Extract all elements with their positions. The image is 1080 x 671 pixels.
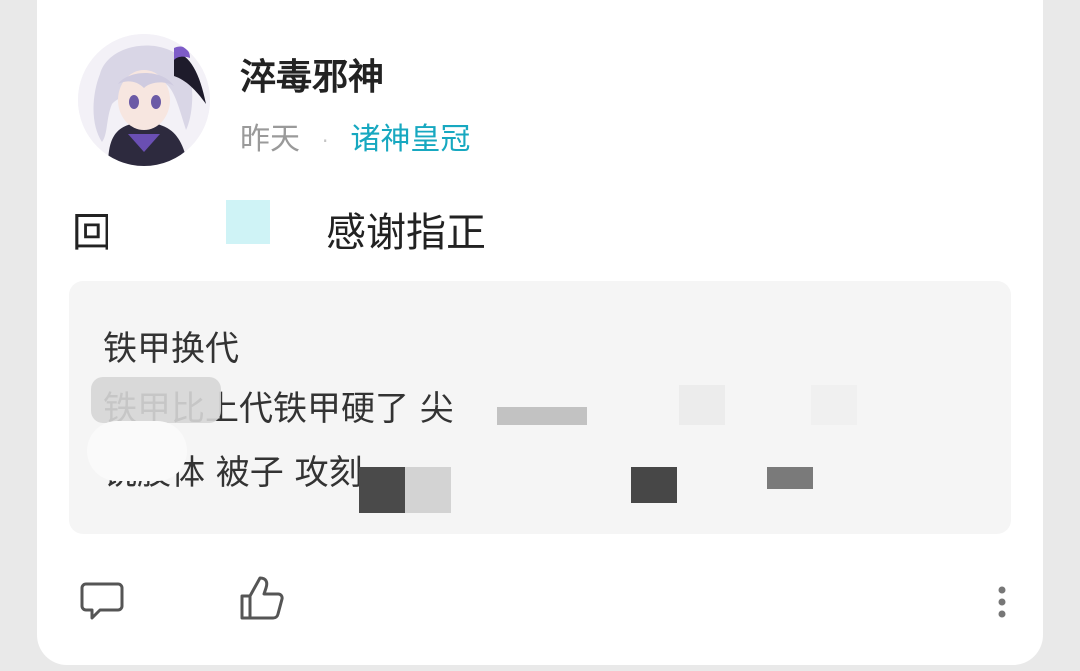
mention-redaction: [108, 204, 328, 286]
more-vertical-icon: [998, 586, 1006, 618]
quoted-post[interactable]: 铁甲换代 铁甲比上代铁甲硬了 尖 锐肢体 被子 攻刻…: [69, 281, 1011, 534]
redaction-block: [631, 467, 677, 503]
author-name[interactable]: 淬毒邪神: [240, 48, 384, 100]
redaction-block: [405, 467, 451, 513]
reply-text: 感谢指正: [326, 210, 486, 256]
redaction-block: [497, 407, 587, 425]
comment-button[interactable]: [80, 578, 124, 622]
forum-link[interactable]: 诸神皇冠: [350, 122, 470, 157]
redaction-block: [87, 421, 187, 481]
anime-avatar-image: [78, 34, 210, 166]
quoted-title: 铁甲换代: [103, 329, 239, 369]
comment-icon: [80, 582, 124, 620]
redaction-block: [359, 467, 405, 513]
like-button[interactable]: [238, 574, 286, 622]
author-avatar[interactable]: [78, 34, 210, 166]
post-meta: 昨天 · 诸神皇冠: [240, 114, 470, 158]
reply-prefix: 回: [72, 210, 112, 256]
reply-content: 回 感谢指正: [72, 200, 772, 286]
quoted-line-2: 锐肢体 被子 攻刻…: [103, 453, 397, 493]
redaction-block: [811, 385, 857, 425]
more-options-button[interactable]: [992, 584, 1012, 620]
post-time: 昨天: [240, 122, 300, 157]
mention-highlight[interactable]: [226, 200, 270, 244]
redaction-block: [91, 377, 221, 423]
redaction-block: [679, 385, 725, 425]
meta-separator: ·: [322, 128, 329, 153]
redaction-block: [767, 467, 813, 489]
thumbs-up-icon: [240, 576, 284, 620]
